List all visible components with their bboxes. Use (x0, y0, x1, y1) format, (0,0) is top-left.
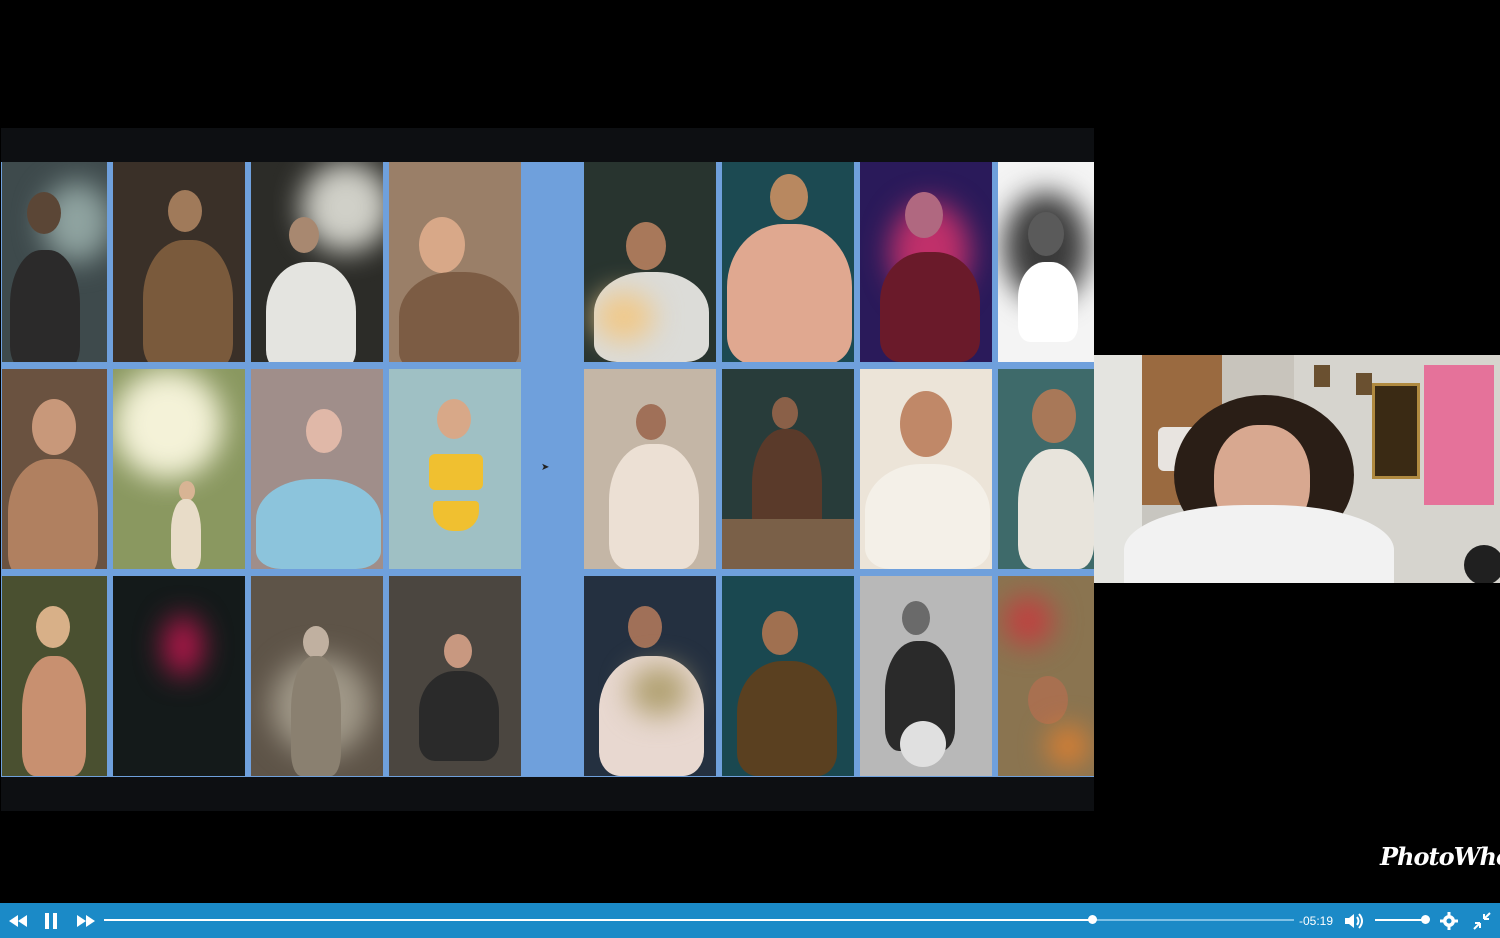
portrait-photo (251, 576, 383, 776)
portrait-photo (584, 369, 716, 569)
portrait-photo (2, 162, 107, 362)
portrait-photo (389, 576, 521, 776)
portrait-photo (860, 576, 992, 776)
portrait-photo (251, 369, 383, 569)
settings-button[interactable] (1436, 903, 1462, 938)
remaining-time: -05:19 (1299, 914, 1334, 928)
volume-slider[interactable] (1375, 915, 1430, 924)
portrait-photo (722, 369, 854, 569)
gear-icon (1440, 911, 1458, 930)
seek-bar[interactable] (104, 915, 1294, 924)
volume-slider-handle[interactable] (1421, 915, 1430, 924)
portrait-photo (998, 369, 1094, 569)
volume-icon (1345, 912, 1363, 929)
video-stage[interactable]: ➤ PhotoWhoa (0, 0, 1500, 903)
volume-button[interactable] (1342, 903, 1368, 938)
exit-fullscreen-icon (1473, 911, 1491, 930)
rewind-icon (9, 914, 27, 927)
presenter-webcam (1094, 355, 1500, 583)
pause-button[interactable] (38, 903, 64, 938)
portrait-photo (2, 369, 107, 569)
portrait-photo (584, 162, 716, 362)
seek-bar-progress (104, 919, 1092, 921)
portrait-photo (998, 576, 1094, 776)
mouse-cursor-icon: ➤ (541, 462, 550, 473)
portrait-photo (722, 162, 854, 362)
portrait-photo (860, 369, 992, 569)
fast-forward-button[interactable] (72, 903, 100, 938)
portrait-photo (722, 576, 854, 776)
photowhoa-watermark: PhotoWhoa (1380, 842, 1500, 871)
portrait-photo (584, 576, 716, 776)
pause-icon (45, 912, 57, 929)
portrait-photo (113, 576, 245, 776)
rewind-button[interactable] (4, 903, 32, 938)
portrait-photo (389, 162, 521, 362)
portrait-photo (389, 369, 521, 569)
portrait-photo (998, 162, 1094, 362)
seek-bar-handle[interactable] (1087, 915, 1097, 924)
portrait-photo (860, 162, 992, 362)
fast-forward-icon (77, 914, 95, 927)
portrait-photo (2, 576, 107, 776)
portrait-photo (251, 162, 383, 362)
portrait-photo (113, 369, 245, 569)
portrait-photo (113, 162, 245, 362)
exit-fullscreen-button[interactable] (1468, 903, 1496, 938)
